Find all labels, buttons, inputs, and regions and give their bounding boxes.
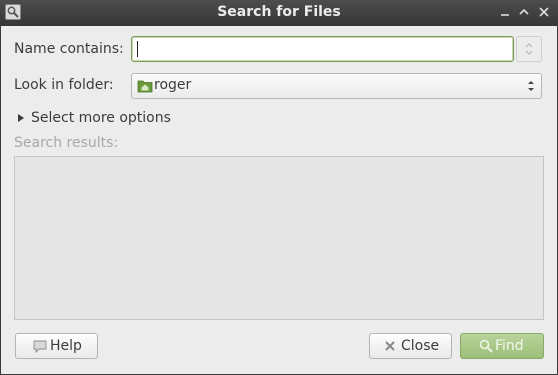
- text-caret: [137, 41, 138, 57]
- title-bar[interactable]: Search for Files: [0, 0, 558, 26]
- maximize-icon[interactable]: [517, 5, 531, 19]
- name-contains-input[interactable]: [131, 36, 514, 62]
- folder-value: roger: [154, 77, 192, 93]
- search-results-label: Search results:: [14, 135, 119, 151]
- search-results-list[interactable]: [14, 156, 544, 320]
- help-icon: [33, 340, 47, 354]
- help-button-label: Help: [50, 338, 82, 354]
- dialog-content: Name contains: Look in folder: roger Sel…: [1, 26, 557, 374]
- window-title: Search for Files: [217, 4, 341, 20]
- name-options-button[interactable]: [516, 36, 542, 62]
- spinner-arrows-icon: [525, 43, 533, 55]
- close-window-icon[interactable]: [537, 5, 551, 19]
- combo-arrows-icon: [528, 81, 534, 91]
- expander-arrow-icon: [18, 114, 24, 122]
- search-dialog: Search for Files Name contains: Look in …: [0, 0, 558, 375]
- home-folder-icon: [137, 80, 153, 93]
- minimize-icon[interactable]: [498, 5, 512, 19]
- magnifier-icon: [479, 339, 493, 353]
- more-options-label: Select more options: [31, 110, 171, 126]
- close-icon: [385, 341, 395, 351]
- look-in-folder-select[interactable]: roger: [131, 73, 542, 99]
- find-button[interactable]: Find: [460, 333, 544, 359]
- help-button[interactable]: Help: [15, 333, 98, 359]
- close-button[interactable]: Close: [369, 333, 452, 359]
- look-in-folder-label: Look in folder:: [14, 77, 114, 93]
- close-button-label: Close: [401, 338, 440, 354]
- name-contains-label: Name contains:: [14, 41, 124, 57]
- find-button-label: Find: [495, 338, 524, 354]
